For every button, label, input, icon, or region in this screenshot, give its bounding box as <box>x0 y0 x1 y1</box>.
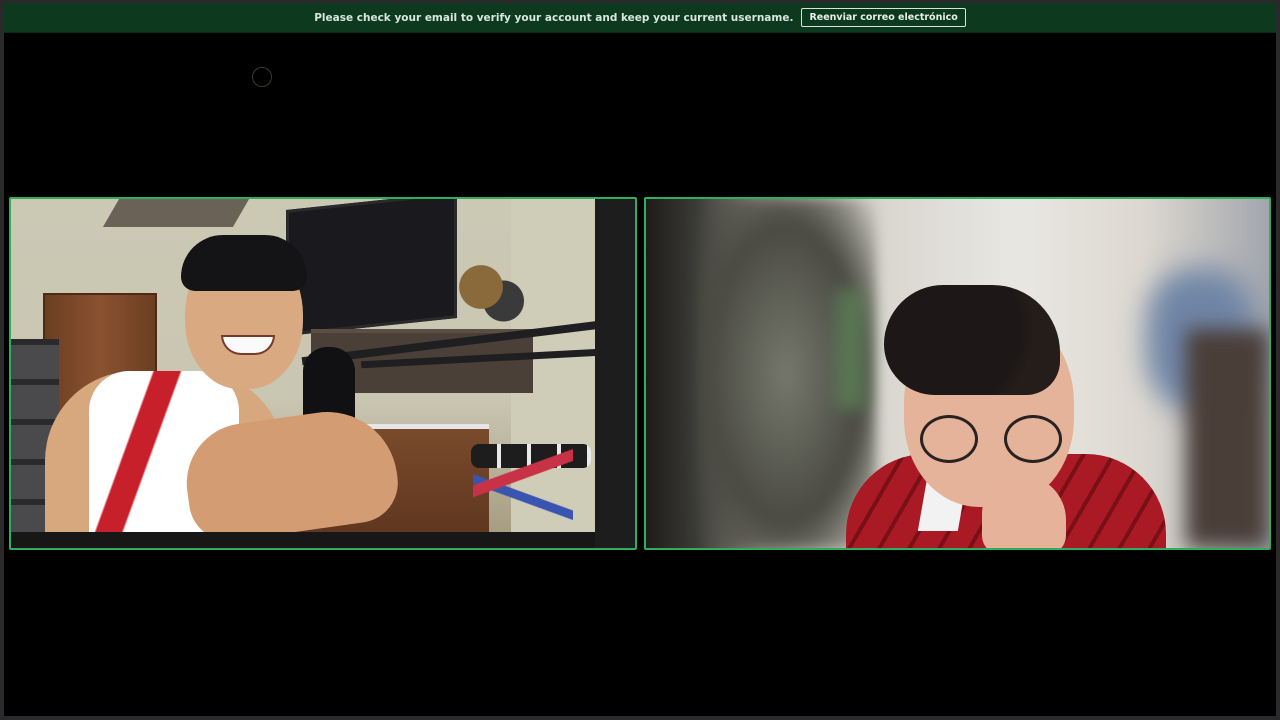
wall-tv <box>286 199 457 336</box>
verification-notice-text: Please check your email to verify your a… <box>314 11 794 24</box>
resend-email-button[interactable]: Reenviar correo electrónico <box>801 8 966 27</box>
participant-right-hair <box>884 285 1060 395</box>
shoe-stand <box>473 449 573 532</box>
video-stage <box>4 33 1276 716</box>
participant-left-hair <box>181 235 307 291</box>
participant-video-left <box>11 199 595 532</box>
mouse-cursor-indicator <box>252 67 272 87</box>
participant-tile-left[interactable] <box>9 197 637 550</box>
glasses-right-lens <box>1004 415 1062 463</box>
glasses-left-lens <box>920 415 978 463</box>
room-ceiling-beam <box>102 199 250 227</box>
blurred-background-shelf <box>1186 329 1269 548</box>
participant-video-right <box>646 199 1269 548</box>
action-figures <box>451 259 526 329</box>
video-letterbox-strip <box>595 199 635 548</box>
call-window: Please check your email to verify your a… <box>0 0 1280 720</box>
participant-tile-right[interactable] <box>644 197 1271 550</box>
verification-notice-bar: Please check your email to verify your a… <box>4 3 1276 33</box>
blurred-plant <box>836 289 866 409</box>
